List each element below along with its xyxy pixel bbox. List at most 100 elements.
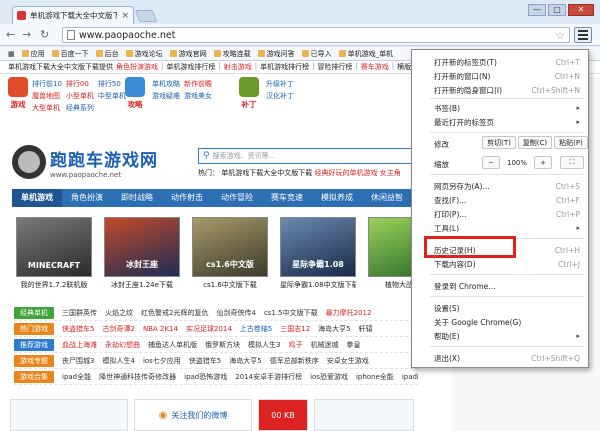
notice-link[interactable]: 单机游戏排行榜 [166, 62, 215, 72]
row-link[interactable]: 俄罗斯方块 [205, 340, 240, 350]
row-link[interactable]: 侠盗猎车5 [189, 356, 221, 366]
address-bar[interactable]: www.paopaoche.net ☆ [62, 27, 570, 43]
row-tag[interactable]: 游戏专题 [14, 354, 54, 367]
edit-copy-button[interactable]: 复制(C) [518, 136, 552, 149]
edit-paste-button[interactable]: 粘贴(P) [554, 136, 588, 149]
bookmark-item[interactable]: 应用 [21, 49, 45, 59]
category-link[interactable]: 排行00 [66, 79, 94, 89]
menu-item[interactable]: 最近打开的标签页 ▸ [412, 116, 588, 128]
nav-tab[interactable]: 单机游戏 [12, 189, 62, 207]
notice-link[interactable]: 单机游戏排行榜 [260, 62, 309, 72]
bookmark-item[interactable]: 单机游戏_单机 [338, 49, 393, 59]
maximize-button[interactable]: □ [548, 4, 566, 16]
bookmark-item[interactable]: 后台 [95, 49, 119, 59]
notice-link[interactable]: 冒险排行榜 [317, 62, 352, 72]
nav-tab[interactable]: 赛车竞速 [262, 189, 312, 207]
menu-item[interactable]: 工具(L) ▸ [412, 222, 588, 234]
row-link[interactable]: 三国志12 [280, 324, 310, 334]
row-link[interactable]: ipad全能 [62, 372, 91, 382]
menu-item[interactable]: 退出(X) Ctrl+Shift+Q [412, 352, 588, 364]
reload-icon[interactable]: ↻ [40, 28, 49, 41]
row-link[interactable]: 轩辕 [359, 324, 373, 334]
game-card[interactable]: 星际争霸1.08 星际争霸1.08中文版下载 [280, 217, 356, 299]
game-card[interactable]: cs1.6中文版 cs1.6中文版下载 [192, 217, 268, 299]
browser-tab[interactable]: 单机游戏下载大全中文版下 × [12, 6, 134, 24]
follow-weibo-button[interactable]: ◉ 关注我们的微博 [134, 399, 252, 431]
menu-item[interactable]: 查找(F)... Ctrl+F [412, 194, 588, 206]
category-link[interactable]: 小型单机 [66, 91, 94, 101]
zoom-in-button[interactable]: + [534, 156, 552, 169]
category-link[interactable]: 单机攻略 [152, 79, 180, 89]
menu-item[interactable]: 关于 Google Chrome(G) [412, 316, 588, 328]
close-window-button[interactable]: ✕ [568, 4, 594, 16]
row-link[interactable]: 血战上海滩 [62, 340, 97, 350]
row-link[interactable]: 鸡子 [288, 340, 302, 350]
menu-item[interactable]: 书签(B) ▸ [412, 102, 588, 114]
category-link[interactable]: 经典系列 [66, 103, 94, 113]
game-card[interactable]: MINECRAFT 我的世界1.7.2联机版 [16, 217, 92, 299]
row-link[interactable]: 德军总部新秩序 [270, 356, 319, 366]
fullscreen-icon[interactable]: ⛶ [560, 156, 584, 169]
category-icon-group[interactable]: 补丁 [236, 77, 262, 115]
forward-arrow-icon[interactable]: → [22, 28, 31, 41]
row-tag[interactable]: 游戏合集 [14, 370, 54, 383]
row-link[interactable]: NBA 2K14 [143, 325, 178, 333]
hot-link[interactable]: 单机游戏下载大全中文版下载 [221, 169, 312, 177]
row-link[interactable]: 暴力摩托2012 [326, 308, 372, 318]
menu-item[interactable]: 打开新的隐身窗口(I) Ctrl+Shift+N [412, 84, 588, 96]
menu-item[interactable]: 打开新的标签页(T) Ctrl+T [412, 56, 588, 68]
nav-tab[interactable]: 即时战略 [112, 189, 162, 207]
promo-panel-2[interactable] [314, 399, 414, 431]
category-link[interactable]: 排行前10 [32, 79, 62, 89]
new-tab-button[interactable] [134, 10, 158, 22]
row-link[interactable]: 火焰之纹 [105, 308, 133, 318]
minimize-button[interactable]: — [528, 4, 546, 16]
menu-item[interactable]: 网页另存为(A)... Ctrl+S [412, 180, 588, 192]
row-link[interactable]: 海岛大亨5 [229, 356, 261, 366]
menu-item[interactable]: 帮助(E) ▸ [412, 330, 588, 342]
notice-link[interactable]: 射击游戏 [224, 62, 252, 72]
edit-cut-button[interactable]: 剪切(T) [482, 136, 516, 149]
row-tag[interactable]: 经典单机 [14, 306, 54, 319]
site-search-input[interactable]: ⚲ 搜索游戏、资讯等... [198, 148, 418, 164]
row-link[interactable]: 模拟人生3 [248, 340, 280, 350]
nav-tab[interactable]: 模拟养成 [312, 189, 362, 207]
row-link[interactable]: 拳皇 [346, 340, 360, 350]
promo-panel[interactable] [10, 399, 128, 431]
row-link[interactable]: 模拟人生4 [102, 356, 134, 366]
hot-link-red[interactable]: 经典好玩的单机游戏 [314, 169, 377, 177]
zoom-out-button[interactable]: − [482, 156, 500, 169]
close-tab-icon[interactable]: × [121, 11, 129, 21]
notice-link[interactable]: 赛车游戏 [361, 62, 389, 72]
category-link[interactable]: 大型单机 [32, 103, 62, 113]
back-arrow-icon[interactable]: ← [6, 28, 15, 41]
row-link[interactable]: ios恐爱游戏 [310, 372, 348, 382]
row-link[interactable]: 三国群英传 [62, 308, 97, 318]
row-link[interactable]: 降世神通科技传奇修改器 [99, 372, 176, 382]
nav-tab[interactable]: 动作冒险 [212, 189, 262, 207]
category-link[interactable]: 汉化补丁 [266, 91, 294, 101]
row-link[interactable]: 侠盗猎车5 [62, 324, 94, 334]
row-link[interactable]: 仙剑奇侠传4 [216, 308, 255, 318]
row-tag[interactable]: 热门游戏 [14, 322, 54, 335]
category-link[interactable]: 游戏疑难 [152, 91, 180, 101]
row-link[interactable]: 红色警戒2光辉的复仇 [141, 308, 208, 318]
menu-item[interactable]: 登录到 Chrome... [412, 280, 588, 292]
bookmark-item[interactable]: 百度一下 [51, 49, 89, 59]
notice-link[interactable]: 角色扮演游戏 [116, 62, 158, 72]
hot-link-red-2[interactable]: 女主角 [380, 169, 401, 177]
nav-tab[interactable]: 角色扮演 [62, 189, 112, 207]
menu-item[interactable]: 设置(S) [412, 302, 588, 314]
bookmark-item[interactable]: 已导入 [301, 49, 332, 59]
row-link[interactable]: 上古卷轴5 [240, 324, 272, 334]
row-link[interactable]: ios七夕应用 [143, 356, 181, 366]
bookmark-item[interactable]: 游戏问答 [257, 49, 295, 59]
category-link[interactable]: 升级补丁 [266, 79, 294, 89]
row-link[interactable]: cs1.5中文版下载 [264, 308, 318, 318]
category-link[interactable]: 游戏美女 [184, 91, 212, 101]
row-tag[interactable]: 推荐游戏 [14, 338, 54, 351]
row-link[interactable]: 安卓女生游戏 [327, 356, 369, 366]
bookmark-item[interactable]: 攻略连载 [213, 49, 251, 59]
row-link[interactable]: iphone全能 [356, 372, 394, 382]
chrome-menu-button[interactable] [574, 27, 592, 43]
